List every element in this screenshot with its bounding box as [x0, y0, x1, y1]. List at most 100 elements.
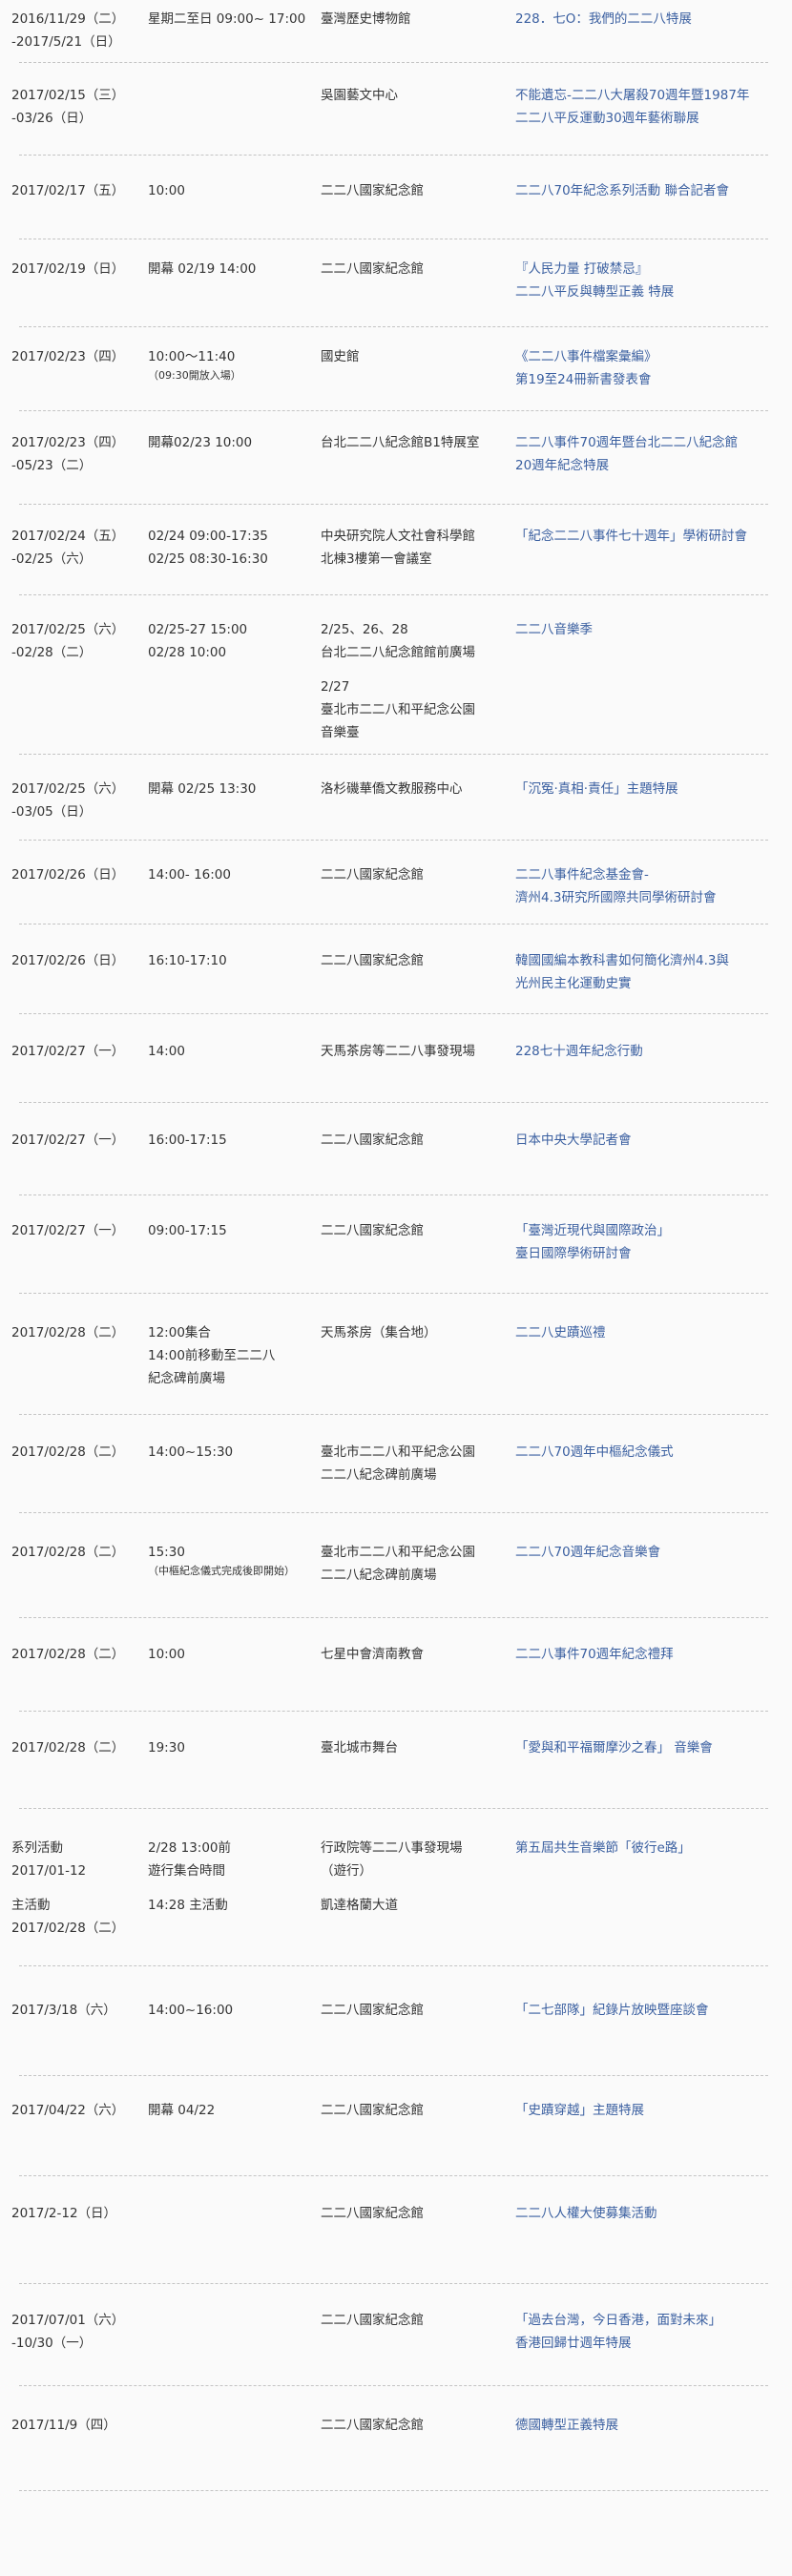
- event-location: 二二八國家紀念館: [321, 2309, 424, 2332]
- event-date-line: 2017/02/24（五）: [11, 529, 125, 544]
- event-time-line: 開幕02/23 10:00: [148, 435, 253, 450]
- row-divider: [19, 1711, 768, 1712]
- event-time-line: 19:30: [148, 1740, 185, 1755]
- event-location: 台北二二八紀念館B1特展室: [321, 431, 479, 454]
- event-date-line: 2017/02/25（六）: [11, 622, 125, 637]
- event-location-line: 二二八國家紀念館: [321, 183, 424, 198]
- event-title-link[interactable]: 二二八70週年中樞紀念儀式: [515, 1441, 674, 1464]
- row-divider: [19, 594, 768, 595]
- event-date-line: 2016/11/29（二）: [11, 11, 125, 27]
- row-divider: [19, 2385, 768, 2386]
- event-title-link[interactable]: 第五屆共生音樂節「彼行e路」: [515, 1837, 691, 1859]
- event-date: 2017/02/17（五）: [11, 179, 124, 202]
- event-title-link-line: 德國轉型正義特展: [515, 2418, 618, 2433]
- event-location-line: 2/25、26、28: [321, 622, 408, 637]
- event-title-link-line: 「愛與和平福爾摩沙之春」 音樂會: [515, 1740, 713, 1755]
- event-date-line: 2017/02/28（二）: [11, 1444, 125, 1460]
- event-time-line: 14:00~16:00: [148, 2003, 234, 2018]
- row-divider: [19, 1617, 768, 1618]
- event-location: 天馬茶房（集合地）: [321, 1321, 437, 1344]
- event-title-link[interactable]: 二二八事件70週年紀念禮拜: [515, 1643, 674, 1666]
- event-time: 19:30: [148, 1736, 185, 1759]
- row-divider: [19, 410, 768, 411]
- event-date: 2017/02/28（二）: [11, 1643, 124, 1666]
- event-time-line: 10:00: [148, 183, 185, 198]
- event-time-line: 02/25-27 15:00: [148, 622, 248, 637]
- event-location-line: 臺灣歷史博物館: [321, 11, 411, 27]
- event-title-link[interactable]: 「愛與和平福爾摩沙之春」 音樂會: [515, 1736, 713, 1759]
- event-title-link[interactable]: 二二八事件70週年暨台北二二八紀念館 20週年紀念特展: [515, 431, 738, 477]
- event-title-link-line: 日本中央大學記者會: [515, 1132, 632, 1148]
- row-divider: [19, 1512, 768, 1513]
- event-location-line: 臺北市二二八和平紀念公園: [321, 702, 475, 717]
- event-title-link[interactable]: 『人民力量 打破禁忌』 二二八平反與轉型正義 特展: [515, 258, 674, 303]
- event-date: 2017/07/01（六） -10/30（一）: [11, 2309, 124, 2355]
- event-title-link-line: 二二八事件70週年暨台北二二八紀念館: [515, 435, 739, 450]
- event-location: 二二八國家紀念館: [321, 2099, 424, 2122]
- event-time: 15:30 （中樞紀念儀式完成後即開始）: [148, 1541, 295, 1579]
- event-title-link[interactable]: 德國轉型正義特展: [515, 2414, 618, 2437]
- event-location-line: 天馬茶房等二二八事發現場: [321, 1044, 475, 1059]
- event-time: 02/24 09:00-17:35 02/25 08:30-16:30: [148, 525, 268, 571]
- event-title-link-line: 『人民力量 打破禁忌』: [515, 261, 649, 277]
- event-date: 2017/02/28（二）: [11, 1736, 124, 1759]
- event-date: 2017/2-12（日）: [11, 2202, 116, 2225]
- event-location-line: 2/27: [321, 679, 350, 695]
- event-title-link[interactable]: 「沉冤·真相·責任」主題特展: [515, 778, 678, 800]
- event-title-link-line: 《二二八事件檔案彙編》: [515, 349, 657, 364]
- event-title-link[interactable]: 韓國國編本教科書如何簡化濟州4.3與 光州民主化運動史實: [515, 949, 729, 995]
- event-location-line: 二二八國家紀念館: [321, 867, 424, 883]
- event-date-line: 2017/02/17（五）: [11, 183, 125, 198]
- event-time-line: 14:00: [148, 1044, 185, 1059]
- event-title-link[interactable]: 不能遺忘-二二八大屠殺70週年暨1987年 二二八平反運動30週年藝術聯展: [515, 84, 749, 130]
- event-date-line: 2017/2-12（日）: [11, 2206, 117, 2221]
- event-date-line: 2017/02/28（二）: [11, 1545, 125, 1560]
- event-time: 02/25-27 15:00 02/28 10:00: [148, 618, 247, 664]
- event-date-line: 2017/02/25（六）: [11, 781, 125, 797]
- event-location: 洛杉磯華僑文教服務中心: [321, 778, 463, 800]
- event-time: 星期二至日 09:00~ 17:00: [148, 8, 305, 31]
- event-title-link[interactable]: 二二八音樂季: [515, 618, 593, 641]
- event-location: 二二八國家紀念館: [321, 179, 424, 202]
- event-title-link[interactable]: 《二二八事件檔案彙編》 第19至24冊新書發表會: [515, 345, 657, 391]
- event-title-link[interactable]: 228七十週年紀念行動: [515, 1040, 643, 1063]
- event-title-link[interactable]: 二二八史蹟巡禮: [515, 1321, 606, 1344]
- event-title-link-line: 「紀念二二八事件七十週年」學術研討會: [515, 529, 747, 544]
- event-title-link-line: 香港回歸廿週年特展: [515, 2336, 632, 2351]
- event-date: 2017/02/25（六） -02/28（二）: [11, 618, 124, 664]
- row-divider: [19, 2075, 768, 2076]
- event-time: 開幕 04/22: [148, 2099, 215, 2122]
- row-divider: [19, 2283, 768, 2284]
- event-title-link[interactable]: 「紀念二二八事件七十週年」學術研討會: [515, 525, 747, 548]
- event-location: 二二八國家紀念館: [321, 1129, 424, 1152]
- event-title-link[interactable]: 228．七O：我們的二二八特展: [515, 8, 692, 31]
- event-time-line: 紀念碑前廣場: [148, 1371, 225, 1386]
- event-location-line: 中央研究院人文社會科學館: [321, 529, 475, 544]
- event-title-link[interactable]: 二二八70週年紀念音樂會: [515, 1541, 660, 1564]
- event-date: 2017/02/23（四）: [11, 345, 124, 368]
- event-time-line: 2/28 13:00前: [148, 1840, 232, 1856]
- event-location: 中央研究院人文社會科學館 北棟3樓第一會議室: [321, 525, 475, 571]
- event-title-link[interactable]: 二二八人權大使募集活動: [515, 2202, 657, 2225]
- event-time: 16:10-17:10: [148, 949, 227, 972]
- event-title-link-line: 二二八70週年紀念音樂會: [515, 1545, 661, 1560]
- event-title-link[interactable]: 「史蹟穿越」主題特展: [515, 2099, 644, 2122]
- row-divider: [19, 155, 768, 156]
- event-title-link[interactable]: 「二七部隊」紀錄片放映暨座談會: [515, 1999, 709, 2022]
- event-date-line: -03/05（日）: [11, 804, 93, 820]
- event-date: 系列活動 2017/01-12 主活動 2017/02/28（二）: [11, 1837, 124, 1940]
- event-date-line: 2017/02/28（二）: [11, 1740, 125, 1755]
- event-location: 吳園藝文中心: [321, 84, 398, 107]
- event-time-line: 16:10-17:10: [148, 953, 227, 968]
- event-location: 二二八國家紀念館: [321, 863, 424, 886]
- event-title-link[interactable]: 二二八70年紀念系列活動 聯合記者會: [515, 179, 729, 202]
- event-title-link[interactable]: 日本中央大學記者會: [515, 1129, 632, 1152]
- event-title-link[interactable]: 「臺灣近現代與國際政治」 臺日國際學術研討會: [515, 1219, 670, 1265]
- event-title-link[interactable]: 二二八事件紀念基金會- 濟州4.3研究所國際共同學術研討會: [515, 863, 716, 909]
- event-title-link-line: 228．七O：我們的二二八特展: [515, 11, 692, 27]
- event-location-line: 國史館: [321, 349, 360, 364]
- event-title-link[interactable]: 「過去台灣，今日香港，面對未來」 香港回歸廿週年特展: [515, 2309, 721, 2355]
- event-time-line: 遊行集合時間: [148, 1863, 225, 1879]
